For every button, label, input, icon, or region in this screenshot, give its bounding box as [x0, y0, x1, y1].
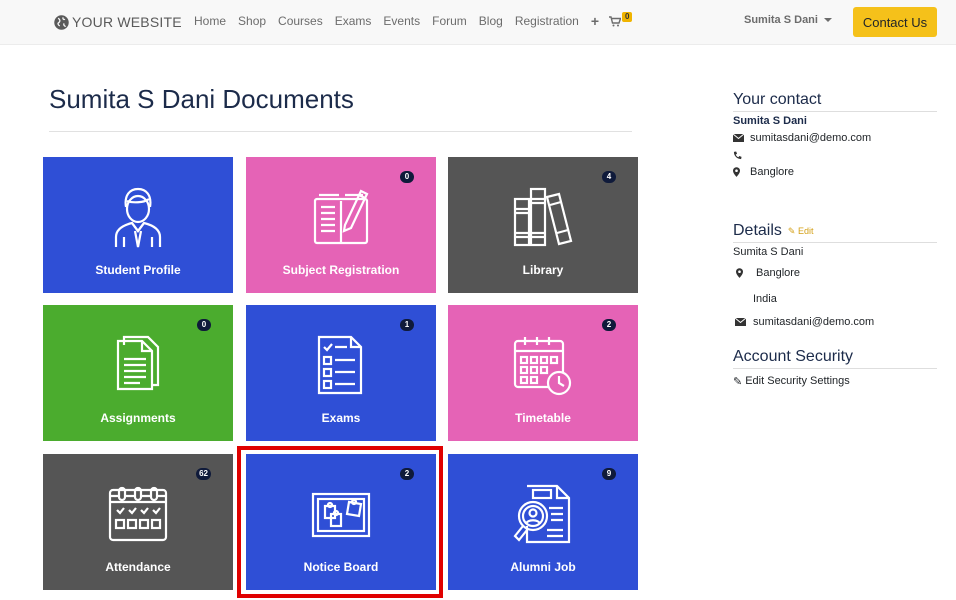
divider — [733, 242, 937, 243]
details-city: Banglore — [756, 267, 801, 279]
nav-events[interactable]: Events — [383, 14, 420, 28]
user-name: Sumita S Dani — [744, 14, 818, 26]
tile-label: Timetable — [515, 411, 571, 425]
nav-forum[interactable]: Forum — [432, 14, 467, 28]
count-badge: 2 — [602, 319, 616, 331]
books-icon — [513, 187, 573, 247]
details-name: Sumita S Dani — [733, 246, 804, 258]
map-marker-icon — [733, 167, 745, 177]
count-badge: 4 — [602, 171, 616, 183]
cart-count-badge: 0 — [622, 12, 633, 22]
calendar-clock-icon — [513, 337, 572, 396]
envelope-icon — [735, 318, 747, 326]
details-email-row: sumitasdani@demo.com — [733, 316, 937, 328]
divider — [733, 111, 937, 112]
notice-board-icon — [311, 492, 371, 538]
edit-details-link[interactable]: ✎ Edit — [788, 226, 814, 237]
plus-icon[interactable]: + — [591, 14, 599, 28]
contact-section: Your contact Sumita S Dani sumitasdani@d… — [733, 91, 937, 178]
contact-email-row: sumitasdani@demo.com — [733, 132, 937, 144]
notebook-pen-icon — [313, 189, 369, 245]
tile-attendance[interactable]: 62 Attendance — [43, 454, 233, 590]
details-city-row: Banglore — [733, 267, 937, 279]
globe-icon — [54, 14, 69, 30]
details-country: India — [753, 293, 777, 305]
divider — [733, 368, 937, 369]
brand-logo[interactable]: YOUR WEBSITE — [53, 12, 182, 32]
count-badge: 62 — [196, 468, 211, 480]
title-divider — [49, 131, 632, 132]
contact-heading: Your contact — [733, 91, 822, 108]
top-navbar: YOUR WEBSITE Home Shop Courses Exams Eve… — [0, 0, 956, 45]
count-badge: 0 — [197, 319, 211, 331]
edit-security-label: Edit Security Settings — [745, 375, 850, 387]
contact-city-row: Banglore — [733, 166, 937, 178]
main-menu: Home Shop Courses Exams Events Forum Blo… — [194, 14, 599, 28]
cart-button[interactable]: 0 — [609, 12, 637, 32]
tile-notice-board[interactable]: 2 Notice Board — [246, 454, 436, 590]
edit-security-settings-link[interactable]: ✎ Edit Security Settings — [733, 375, 937, 388]
nav-registration[interactable]: Registration — [515, 14, 579, 28]
tile-student-profile[interactable]: Student Profile — [43, 157, 233, 293]
tile-label: Library — [522, 263, 564, 277]
tile-label: Notice Board — [303, 560, 379, 574]
details-heading: Details — [733, 222, 782, 239]
tile-assignments[interactable]: 0 Assignments — [43, 305, 233, 441]
pencil-icon: ✎ — [733, 375, 743, 388]
tile-exams[interactable]: 1 Exams — [246, 305, 436, 441]
security-section: Account Security ✎ Edit Security Setting… — [733, 348, 937, 388]
details-section: Details ✎ Edit Sumita S Dani Banglore In… — [733, 222, 937, 328]
tile-alumni-job[interactable]: 9 Alumni Job — [448, 454, 638, 590]
cart-icon — [609, 16, 621, 27]
tile-label: Attendance — [105, 560, 171, 574]
user-dropdown[interactable]: Sumita S Dani — [744, 14, 832, 26]
brand-text: YOUR WEBSITE — [72, 14, 182, 30]
calendar-check-icon — [108, 486, 168, 542]
contact-city: Banglore — [750, 166, 795, 178]
pencil-icon: ✎ — [787, 225, 796, 236]
nav-home[interactable]: Home — [194, 14, 226, 28]
map-marker-icon — [736, 268, 748, 278]
documents-icon — [116, 335, 160, 391]
page-title: Sumita S Dani Documents — [49, 84, 354, 114]
tile-label: Assignments — [100, 411, 176, 425]
tile-library[interactable]: 4 Library — [448, 157, 638, 293]
count-badge: 0 — [400, 171, 414, 183]
tile-timetable[interactable]: 2 Timetable — [448, 305, 638, 441]
tile-label: Subject Registration — [282, 263, 400, 277]
contact-email: sumitasdani@demo.com — [750, 132, 872, 144]
tile-subject-registration[interactable]: 0 Subject Registration — [246, 157, 436, 293]
count-badge: 9 — [602, 468, 616, 480]
phone-icon — [733, 150, 745, 160]
count-badge: 2 — [400, 468, 414, 480]
count-badge: 1 — [400, 319, 414, 331]
security-heading: Account Security — [733, 348, 854, 365]
nav-blog[interactable]: Blog — [479, 14, 503, 28]
tile-label: Student Profile — [95, 263, 181, 277]
nav-courses[interactable]: Courses — [278, 14, 323, 28]
tile-label: Alumni Job — [510, 560, 576, 574]
nav-shop[interactable]: Shop — [238, 14, 266, 28]
student-icon — [114, 187, 162, 248]
nav-exams[interactable]: Exams — [335, 14, 372, 28]
edit-label: Edit — [797, 225, 814, 236]
contact-us-button[interactable]: Contact Us — [853, 7, 937, 37]
contact-phone-row — [733, 149, 937, 161]
contact-name: Sumita S Dani — [733, 115, 807, 127]
checklist-icon — [317, 335, 363, 395]
tile-label: Exams — [321, 411, 361, 425]
resume-search-icon — [513, 484, 571, 544]
envelope-icon — [733, 134, 745, 142]
caret-down-icon — [823, 18, 832, 22]
details-email: sumitasdani@demo.com — [753, 316, 875, 328]
